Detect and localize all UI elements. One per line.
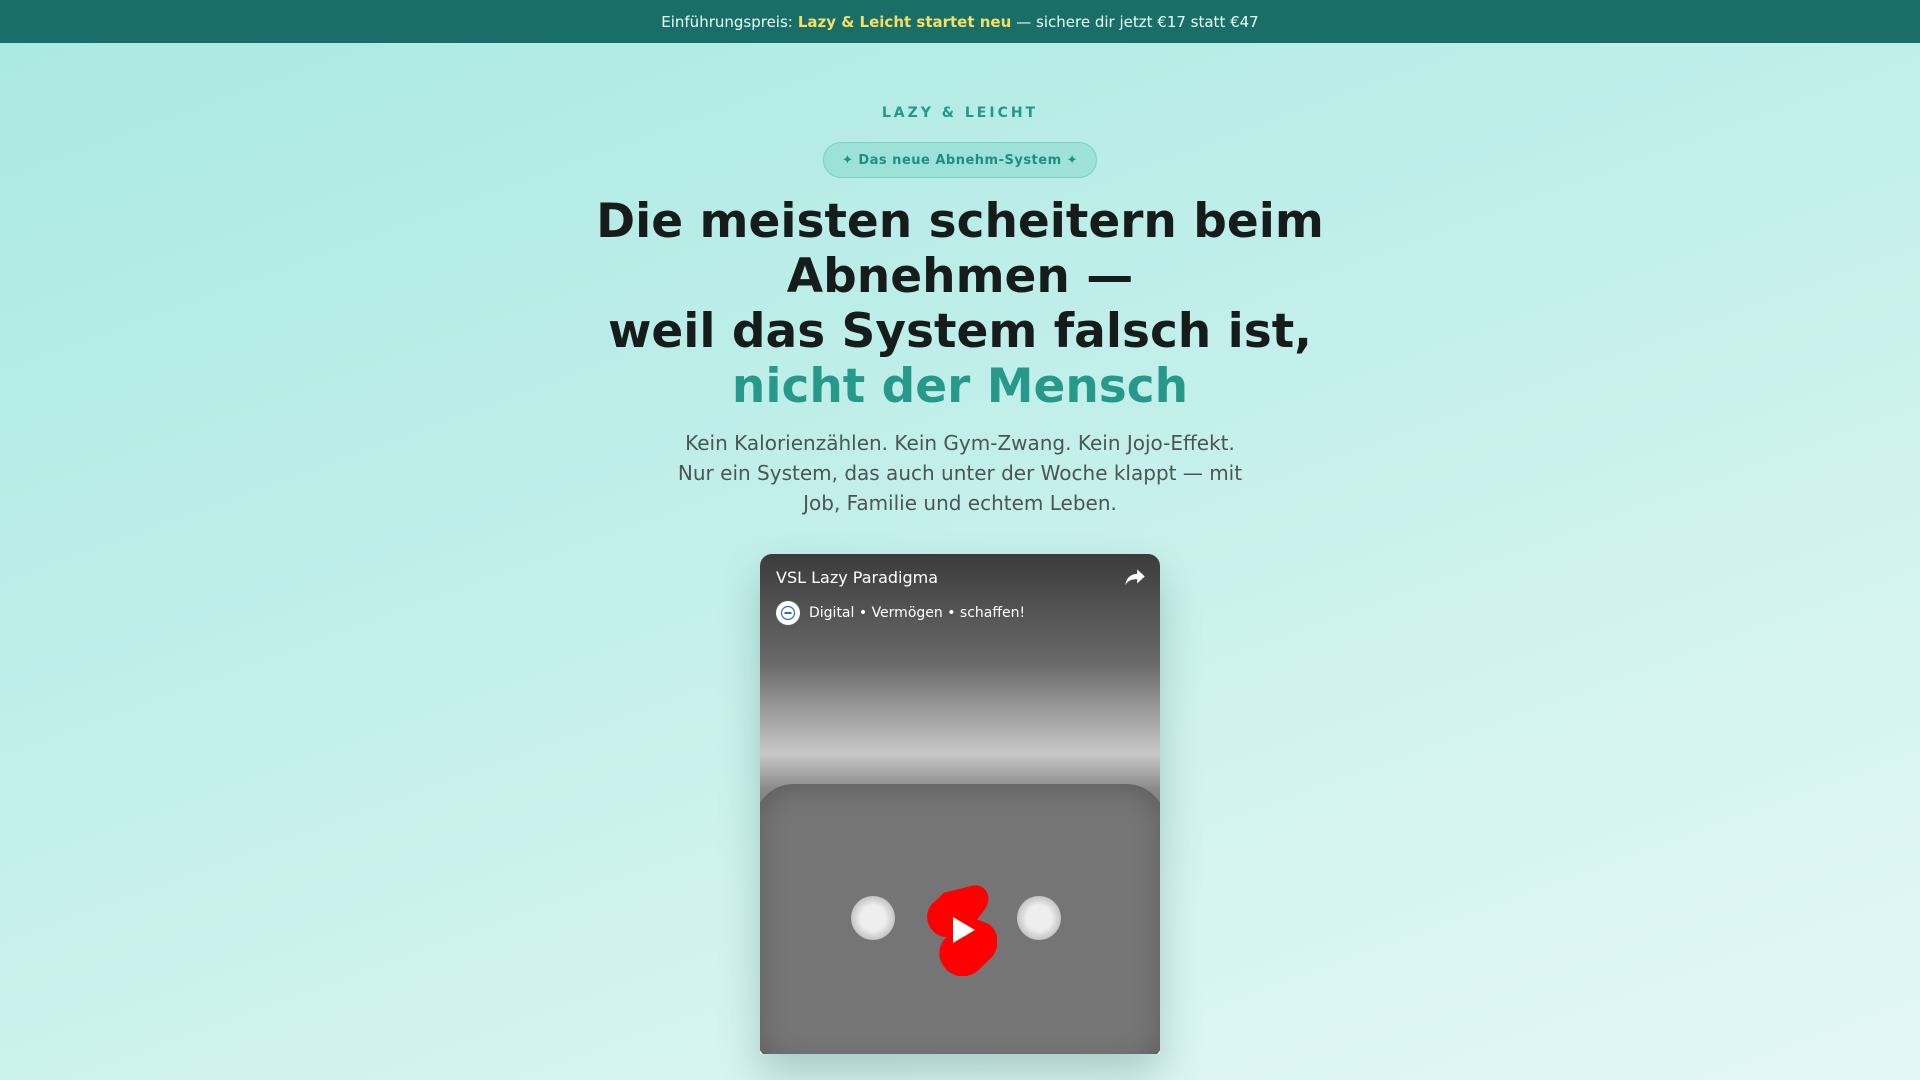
headline-accent: nicht der Mensch <box>731 359 1189 414</box>
headline-line-1: Die meisten scheitern beim Abnehmen — <box>596 194 1324 304</box>
video-title[interactable]: VSL Lazy Paradigma <box>776 568 938 587</box>
share-arrow-icon[interactable] <box>1122 564 1148 590</box>
headline-line-2: weil das System falsch ist, <box>607 304 1313 359</box>
page-title: Die meisten scheitern beim Abnehmen — we… <box>560 194 1360 414</box>
channel-avatar[interactable] <box>776 601 800 625</box>
video-thumbnail-dot-right <box>1017 896 1061 940</box>
system-badge: ✦ Das neue Abnehm-System ✦ <box>822 142 1098 178</box>
video-player[interactable]: VSL Lazy Paradigma Digital • Vermögen • … <box>760 554 1160 1054</box>
youtube-shorts-play-icon[interactable] <box>923 884 997 976</box>
hero-subline: Kein Kalorienzählen. Kein Gym-Zwang. Kei… <box>677 431 1243 515</box>
promo-prefix: Einführungspreis: <box>661 12 793 31</box>
hero-section: LAZY & LEICHT ✦ Das neue Abnehm-System ✦… <box>0 43 1920 1080</box>
video-thumbnail-dot-left <box>851 896 895 940</box>
brand-kicker: LAZY & LEICHT <box>881 105 1039 121</box>
channel-logo-icon <box>780 605 796 621</box>
channel-row[interactable]: Digital • Vermögen • schaffen! <box>776 601 1025 625</box>
channel-name[interactable]: Digital • Vermögen • schaffen! <box>809 605 1025 621</box>
promo-highlight: Lazy & Leicht startet neu <box>797 12 1012 31</box>
promo-banner: Einführungspreis: Lazy & Leicht startet … <box>0 0 1920 43</box>
promo-suffix: — sichere dir jetzt €17 statt €47 <box>1016 12 1259 31</box>
